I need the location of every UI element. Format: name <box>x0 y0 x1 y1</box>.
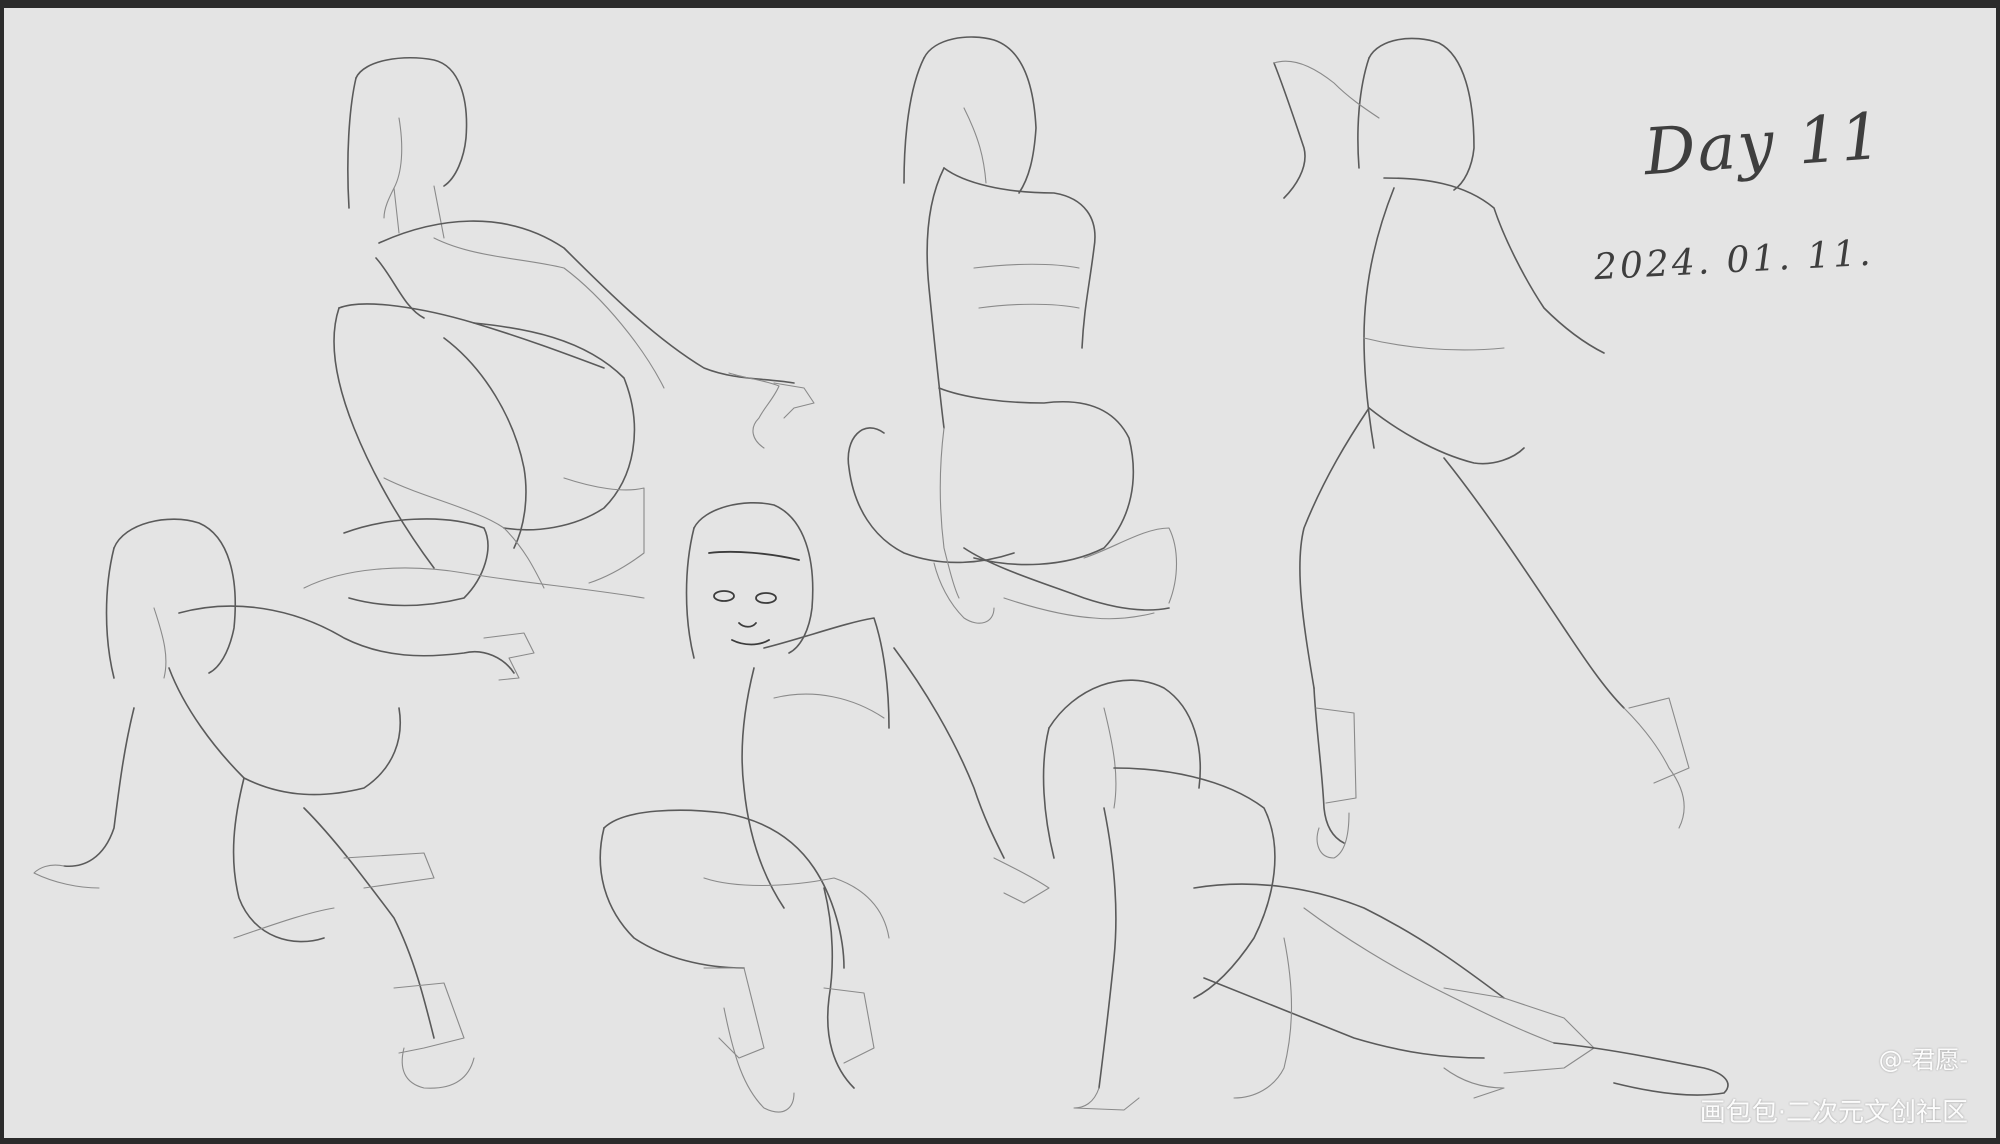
sketch-figure-crouching-top <box>303 57 815 607</box>
sketch-figure-squatting-face <box>599 501 1050 1113</box>
watermark-author-handle: @-君愿- <box>1878 1046 1968 1074</box>
drawing-canvas: Day 11 2024. 01. 11. @-君愿- 画包包·二次元文创社区 <box>4 8 1996 1138</box>
window-frame: Day 11 2024. 01. 11. @-君愿- 画包包·二次元文创社区 <box>0 0 2000 1144</box>
sketch-figure-reaching <box>33 518 535 1089</box>
sketch-figure-back-kneeling <box>847 36 1177 624</box>
sketch-figure-reclining <box>1042 679 1729 1111</box>
watermark-site-name: 画包包·二次元文创社区 <box>1699 1098 1968 1128</box>
sketch-figure-leaping <box>1273 37 1690 859</box>
